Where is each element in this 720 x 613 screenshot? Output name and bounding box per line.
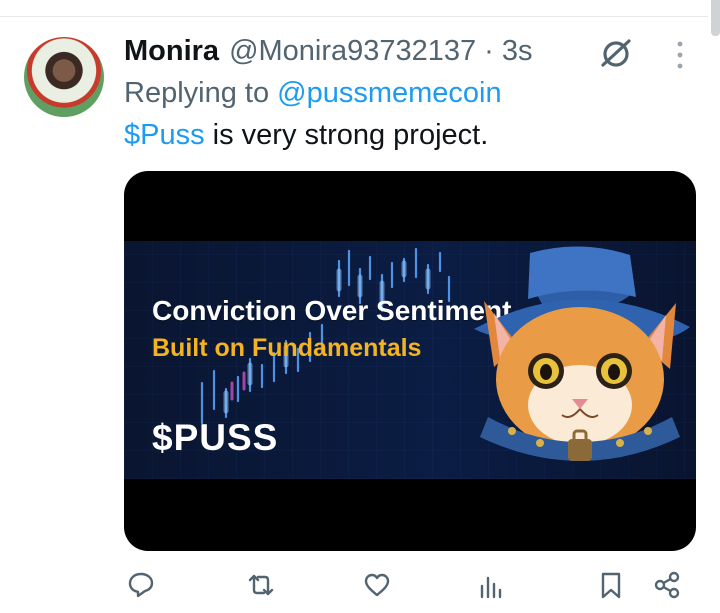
tweet-body: is very strong project. [204,119,489,151]
media-ticker: $PUSS [152,417,279,458]
tweet-actions [124,566,684,606]
views-button[interactable] [476,570,506,600]
media-banner: Conviction Over Sentiment Built on Funda… [124,241,696,479]
retweet-icon [248,574,274,596]
share-icon [654,571,680,599]
retweet-button[interactable] [246,570,276,600]
author-handle[interactable]: @Monira93732137 [229,35,476,68]
author-name[interactable]: Monira [124,35,219,68]
replying-to-handle[interactable]: @pussmemecoin [277,77,501,109]
media-image[interactable]: Conviction Over Sentiment Built on Funda… [124,171,696,551]
separator-dot: · [484,34,494,67]
media-headline-2: Built on Fundamentals [152,334,422,362]
grok-icon[interactable] [596,37,636,71]
bookmark-icon [601,572,621,599]
share-button[interactable] [652,570,682,600]
cashtag-link[interactable]: $Puss [124,119,205,151]
reply-icon [128,572,154,598]
media-headline-1: Conviction Over Sentiment [152,295,512,326]
scrollbar[interactable] [711,0,720,36]
replying-to-label: Replying to [124,77,270,109]
timestamp[interactable]: 3s [502,35,533,68]
more-options-icon[interactable] [672,35,688,75]
bookmark-button[interactable] [596,570,626,600]
cat-mascot-illustration [474,246,690,461]
reply-button[interactable] [126,570,156,600]
avatar[interactable] [24,37,104,117]
tweet: Monira @Monira93732137 · 3s Replying to … [124,33,696,152]
replying-to: Replying to @pussmemecoin [124,77,696,110]
like-button[interactable] [362,570,392,600]
views-icon [480,576,502,599]
heart-icon [364,573,390,597]
tweet-text: $Puss is very strong project. [124,119,696,152]
top-divider [0,16,708,17]
